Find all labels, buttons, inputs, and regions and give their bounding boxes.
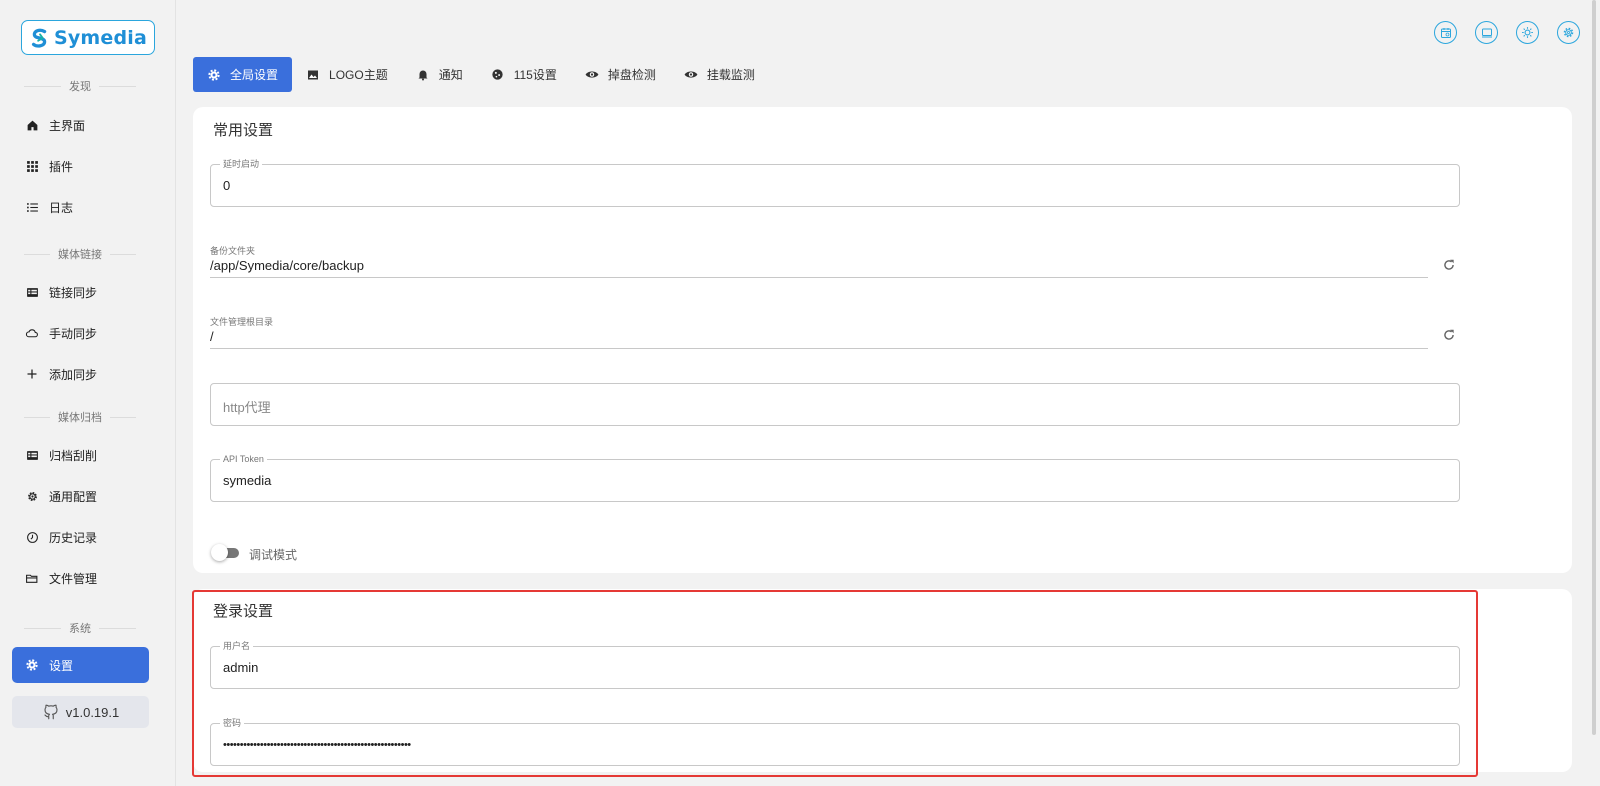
- cookie-icon: [491, 68, 505, 82]
- refresh-icon[interactable]: [1441, 327, 1457, 343]
- eye-icon: [684, 68, 698, 82]
- sidebar-item-logs[interactable]: 日志: [12, 189, 149, 225]
- delay-start-field[interactable]: 延时启动 0: [210, 158, 1460, 207]
- sidebar-item-manual-sync[interactable]: 手动同步: [12, 315, 149, 351]
- sidebar-item-label: 链接同步: [49, 285, 98, 300]
- sidebar-item-label: 插件: [49, 159, 74, 174]
- login-settings-title: 登录设置: [213, 603, 274, 620]
- field-value: ••••••••••••••••••••••••••••••••••••••••…: [223, 739, 411, 751]
- section-title-media-link: 媒体链接: [24, 246, 136, 262]
- field-value: symedia: [223, 473, 272, 488]
- refresh-icon[interactable]: [1441, 257, 1457, 273]
- field-value: /app/Symedia/core/backup: [210, 258, 364, 273]
- password-field[interactable]: 密码 •••••••••••••••••••••••••••••••••••••…: [210, 717, 1460, 766]
- version-badge[interactable]: v1.0.19.1: [12, 696, 149, 728]
- sidebar-item-label: 归档刮削: [49, 448, 98, 463]
- grid-icon: [25, 159, 39, 173]
- gear-icon: [25, 658, 39, 672]
- tab-label: 掉盘检测: [607, 68, 656, 82]
- sidebar-item-archive-scrape[interactable]: 归档刮削: [12, 437, 149, 473]
- tab-mount-monitor[interactable]: 挂载监测: [670, 57, 769, 92]
- tab-notification[interactable]: 通知: [402, 57, 477, 92]
- home-icon: [25, 118, 39, 132]
- tab-label: 通知: [438, 68, 463, 82]
- tab-global-settings[interactable]: 全局设置: [193, 57, 293, 92]
- tab-label: 全局设置: [230, 68, 279, 82]
- username-field[interactable]: 用户名 admin: [210, 640, 1460, 689]
- general-settings-title: 常用设置: [213, 122, 274, 139]
- http-proxy-field[interactable]: http代理: [210, 383, 1460, 426]
- debug-mode-label: 调试模式: [249, 548, 298, 562]
- backup-folder-field[interactable]: 备份文件夹 /app/Symedia/core/backup: [210, 244, 1428, 278]
- field-value: admin: [223, 660, 259, 675]
- github-icon: [44, 704, 58, 720]
- sidebar-item-add-sync[interactable]: 添加同步: [12, 356, 149, 392]
- app-logo[interactable]: Symedia: [21, 20, 155, 55]
- eye-icon: [585, 68, 599, 82]
- settings-icon[interactable]: [1557, 21, 1580, 44]
- field-label: 备份文件夹: [210, 246, 256, 256]
- gear-icon: [207, 68, 221, 82]
- cloud-icon: [25, 326, 39, 340]
- sidebar-item-plugins[interactable]: 插件: [12, 148, 149, 184]
- debug-mode-toggle[interactable]: [211, 544, 241, 561]
- sidebar-item-label: 文件管理: [49, 571, 98, 586]
- section-title-media-archive: 媒体归档: [24, 409, 136, 425]
- sidebar-item-home[interactable]: 主界面: [12, 107, 149, 143]
- field-label: 延时启动: [220, 158, 263, 170]
- sidebar-item-label: 主界面: [49, 118, 86, 133]
- sidebar-item-label: 手动同步: [49, 326, 98, 341]
- field-placeholder: http代理: [223, 400, 271, 415]
- field-value: /: [210, 329, 214, 344]
- tab-115-settings[interactable]: 115设置: [477, 57, 571, 92]
- tab-drive-drop-detect[interactable]: 掉盘检测: [571, 57, 670, 92]
- sidebar-item-general-config[interactable]: 通用配置: [12, 478, 149, 514]
- gear-icon: [25, 489, 39, 503]
- tab-logo-theme[interactable]: LOGO主题: [292, 57, 402, 92]
- settings-tabs: 全局设置 LOGO主题 通知 115设置 掉盘检测 挂载监测: [193, 57, 769, 92]
- field-label: 用户名: [220, 640, 254, 652]
- monitor-icon[interactable]: [1475, 21, 1498, 44]
- image-icon: [306, 68, 320, 82]
- top-toolbar: [1434, 21, 1580, 44]
- scrollbar[interactable]: [1592, 0, 1596, 735]
- logo-text: Symedia: [53, 26, 148, 49]
- tab-label: 挂载监测: [706, 68, 755, 82]
- table-icon: [25, 285, 39, 299]
- sidebar-item-label: 通用配置: [49, 489, 98, 504]
- field-label: API Token: [220, 453, 267, 465]
- sidebar-item-label: 添加同步: [49, 367, 98, 382]
- field-label: 文件管理根目录: [210, 317, 274, 327]
- sidebar-item-history[interactable]: 历史记录: [12, 519, 149, 555]
- sidebar-item-label: 历史记录: [49, 530, 98, 545]
- bell-icon: [416, 68, 430, 82]
- sidebar-item-label: 设置: [49, 658, 74, 673]
- section-title-discover: 发现: [24, 78, 136, 94]
- clock-icon: [25, 530, 39, 544]
- theme-sun-icon[interactable]: [1516, 21, 1539, 44]
- plus-icon: [25, 367, 39, 381]
- sidebar-item-file-manager[interactable]: 文件管理: [12, 560, 149, 596]
- calendar-icon[interactable]: [1434, 21, 1457, 44]
- section-title-system: 系统: [24, 620, 136, 636]
- field-label: 密码: [220, 717, 245, 729]
- tab-label: LOGO主题: [329, 68, 388, 82]
- logo-icon: [31, 28, 47, 48]
- toggle-thumb: [211, 544, 228, 561]
- tab-label: 115设置: [513, 68, 557, 82]
- sidebar: Symedia 发现 主界面 插件 日志 媒体链接 链接同步 手动同步 添加同步…: [0, 0, 176, 786]
- folder-icon: [25, 571, 39, 585]
- sidebar-item-settings[interactable]: 设置: [12, 647, 149, 683]
- api-token-field[interactable]: API Token symedia: [210, 453, 1460, 502]
- version-text: v1.0.19.1: [65, 704, 120, 720]
- sidebar-item-link-sync[interactable]: 链接同步: [12, 274, 149, 310]
- file-manager-root-field[interactable]: 文件管理根目录 /: [210, 315, 1428, 349]
- table-icon: [25, 448, 39, 462]
- list-icon: [25, 200, 39, 214]
- field-value: 0: [223, 178, 231, 193]
- sidebar-item-label: 日志: [49, 200, 74, 215]
